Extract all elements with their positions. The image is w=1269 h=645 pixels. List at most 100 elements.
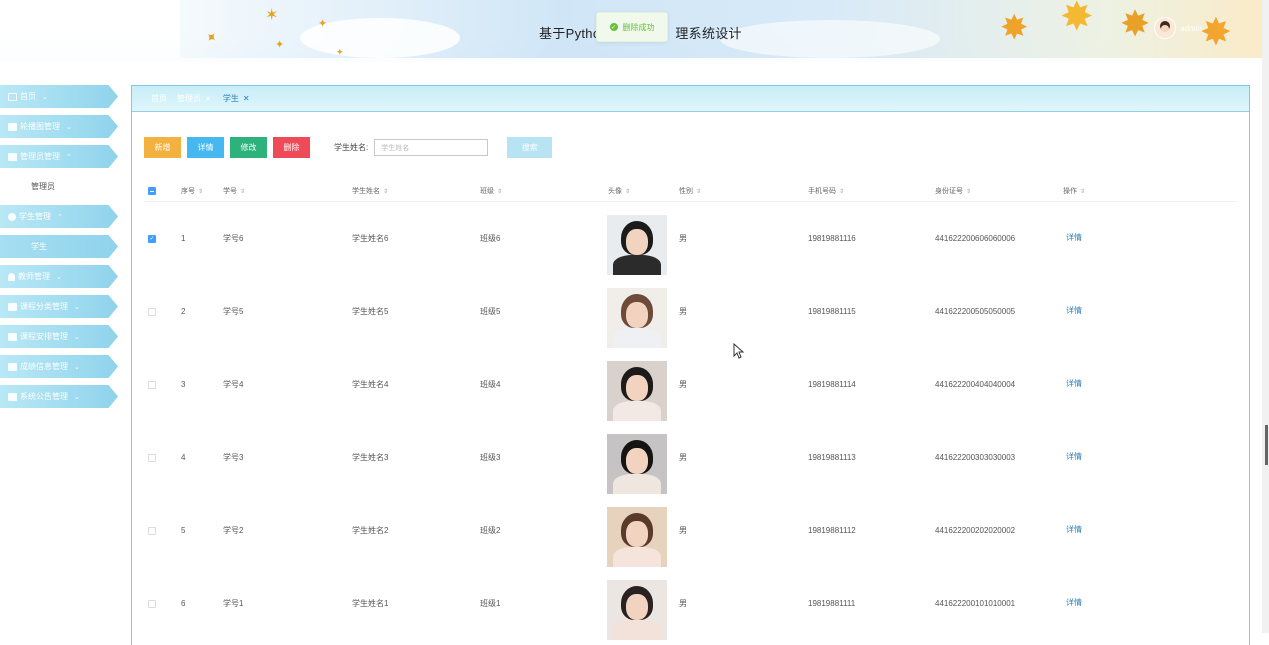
toast-message: 删除成功 [622, 22, 655, 32]
student-name: 学生姓名5 [352, 307, 389, 316]
sidebar-item-label: 管理员管理 [20, 152, 60, 161]
success-toast: ✓ 删除成功 [596, 12, 668, 42]
sidebar-item-notices[interactable]: 系统公告管理 ⌄ [0, 385, 118, 408]
edit-button[interactable]: 修改 [230, 137, 267, 158]
chevron-down-icon: ⌄ [56, 273, 62, 281]
phone-number: 19819881115 [808, 307, 856, 316]
sidebar-subitem-student[interactable]: 学生 [0, 235, 118, 258]
tab-admin[interactable]: 管理员 [177, 93, 201, 104]
column-header[interactable]: 学生姓名 ⇕ [352, 186, 388, 196]
close-icon[interactable]: ✕ [243, 94, 250, 103]
class-name: 班级2 [480, 526, 501, 535]
search-button[interactable]: 搜索 [507, 137, 553, 158]
avatar [607, 360, 667, 421]
class-name: 班级1 [480, 599, 501, 608]
column-header[interactable]: 学号 ⇕ [223, 186, 245, 196]
row-checkbox[interactable] [148, 453, 156, 462]
column-header[interactable]: 序号 ⇕ [181, 186, 203, 196]
column-header[interactable]: 身份证号 ⇕ [935, 186, 971, 196]
column-header[interactable]: 性别 ⇕ [679, 186, 701, 196]
column-header[interactable]: 班级 ⇕ [480, 186, 502, 196]
detail-link[interactable]: 详情 [1066, 451, 1082, 462]
tab-student[interactable]: 学生 [223, 93, 239, 104]
avatar [607, 579, 667, 640]
sort-icon: ⇕ [198, 189, 204, 195]
class-name: 班级5 [480, 307, 501, 316]
student-number: 学号3 [223, 453, 244, 462]
main-panel: 首页 管理员 ✕ 学生 ✕ 新增 详情 修改 删除 学生姓名: 学生姓名 搜索 … [131, 85, 1250, 645]
user-icon [8, 212, 16, 221]
detail-link[interactable]: 详情 [1066, 524, 1082, 535]
id-card-number: 441622200303030003 [935, 453, 1016, 462]
student-number: 学号1 [223, 599, 244, 608]
chevron-up-icon: ⌃ [66, 153, 72, 161]
gender: 男 [679, 307, 687, 316]
sidebar-item-course-category[interactable]: 课程分类管理 ⌄ [0, 295, 118, 318]
detail-button[interactable]: 详情 [187, 137, 224, 158]
search-input[interactable]: 学生姓名 [374, 139, 489, 156]
column-header[interactable]: 头像 ⇕ [608, 186, 630, 196]
sidebar-item-course-schedule[interactable]: 课程安排管理 ⌄ [0, 325, 118, 348]
phone-number: 19819881114 [808, 380, 856, 389]
table-row[interactable]: 3 学号4 学生姓名4 班级4 男 19819881114 4416222004040400… [144, 348, 1238, 421]
sort-icon: ⇕ [1080, 189, 1086, 195]
add-button[interactable]: 新增 [144, 137, 181, 158]
close-icon[interactable]: ✕ [205, 95, 211, 103]
detail-link[interactable]: 详情 [1066, 232, 1082, 243]
scrollbar[interactable] [1262, 0, 1269, 633]
row-checkbox[interactable] [148, 380, 156, 389]
avatar [607, 214, 667, 275]
avatar [607, 506, 667, 567]
student-table: 序号 ⇕ 学号 ⇕ 学生姓名 ⇕ 班级 ⇕ 头像 ⇕ 性别 ⇕ 手机号码 ⇕ 身份证号 ⇕ 操作… [144, 181, 1238, 640]
gender: 男 [679, 526, 687, 535]
sidebar-item-carousel[interactable]: 轮播图管理 ⌄ [0, 115, 118, 138]
detail-link[interactable]: 详情 [1066, 597, 1082, 608]
sidebar-item-students[interactable]: 学生管理 ⌃ [0, 205, 118, 228]
scrollbar-thumb[interactable] [1265, 425, 1268, 465]
student-name: 学生姓名3 [352, 453, 389, 462]
sidebar-subitem-admin[interactable]: 管理员 [0, 175, 130, 198]
sort-icon: ⇕ [966, 189, 972, 195]
person-icon [8, 272, 15, 281]
sidebar-item-admin[interactable]: 管理员管理 ⌃ [0, 145, 118, 168]
leaf-icon: ✦ [275, 38, 285, 51]
breadcrumb: 首页 管理员 ✕ 学生 ✕ [132, 86, 1249, 112]
table-row[interactable]: 5 学号2 学生姓名2 班级2 男 19819881112 4416222002020200… [144, 494, 1238, 567]
row-checkbox[interactable] [148, 307, 156, 316]
user-menu[interactable]: admin [1154, 17, 1202, 39]
gender: 男 [679, 380, 687, 389]
column-header: 操作 ⇕ [1063, 188, 1086, 195]
row-checkbox[interactable]: ✓ [148, 234, 156, 243]
maple-leaf-icon: ✸ [1060, 0, 1094, 40]
class-name: 班级6 [480, 234, 501, 243]
image-icon [8, 122, 17, 131]
sidebar-item-teachers[interactable]: 教师管理 ⌄ [0, 265, 118, 288]
table-row[interactable]: 6 学号1 学生姓名1 班级1 男 19819881111 4416222001010100… [144, 567, 1238, 640]
student-name: 学生姓名1 [352, 599, 389, 608]
column-header[interactable]: 手机号码 ⇕ [808, 186, 844, 196]
row-checkbox[interactable] [148, 599, 156, 608]
row-checkbox[interactable] [148, 526, 156, 535]
detail-link[interactable]: 详情 [1066, 378, 1082, 389]
leaf-icon: ✦ [336, 48, 344, 58]
phone-number: 19819881112 [808, 526, 856, 535]
table-row[interactable]: 2 学号5 学生姓名5 班级5 男 19819881115 4416222005050500… [144, 275, 1238, 348]
tab-home[interactable]: 首页 [151, 93, 167, 104]
delete-button[interactable]: 删除 [273, 137, 310, 158]
leaf-icon: ✦ [318, 17, 328, 30]
select-all-checkbox[interactable] [148, 187, 156, 195]
class-name: 班级3 [480, 453, 501, 462]
row-index: 2 [181, 307, 186, 316]
student-name: 学生姓名4 [352, 380, 389, 389]
student-number: 学号2 [223, 526, 244, 535]
sort-icon: ⇕ [497, 189, 503, 195]
header-banner: ✦ ✶ ✦ ✦ ✦ ✸ ✸ ✸ ✸ 基于Pytho 理系统设计 ✓ 删除成功 ad… [0, 0, 1269, 62]
chevron-down-icon: ⌄ [74, 393, 80, 401]
detail-link[interactable]: 详情 [1066, 305, 1082, 316]
sidebar-item-home[interactable]: 首页 ⌄ [0, 85, 118, 108]
check-circle-icon: ✓ [609, 23, 618, 31]
table-row[interactable]: 4 学号3 学生姓名3 班级3 男 19819881113 4416222003030300… [144, 421, 1238, 494]
sidebar-item-grades[interactable]: 成绩信息管理 ⌄ [0, 355, 118, 378]
gender: 男 [679, 453, 687, 462]
table-row[interactable]: ✓ 1 学号6 学生姓名6 班级6 男 19819881116 441622200606060… [144, 202, 1238, 275]
